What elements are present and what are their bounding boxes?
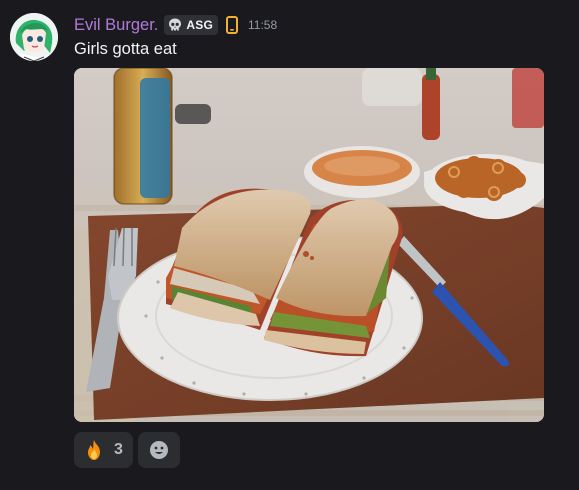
guild-tag-badge[interactable]: ASG: [164, 15, 218, 35]
sandwich-photo: [74, 68, 544, 422]
user-avatar[interactable]: [10, 13, 58, 61]
skull-icon: [167, 17, 183, 33]
mobile-phone-icon: [224, 15, 240, 35]
add-reaction-button[interactable]: [137, 432, 180, 468]
smiley-add-reaction-icon: [148, 439, 170, 461]
anime-character-avatar: [10, 13, 58, 61]
guild-tag-text: ASG: [186, 18, 213, 32]
chat-message: Evil Burger. ASG 11:58 Girls gotta eat 3: [0, 0, 579, 490]
reactions-bar: 3: [74, 432, 180, 468]
message-content: Girls gotta eat: [74, 40, 177, 58]
message-header: Evil Burger. ASG 11:58: [74, 13, 277, 37]
reaction-count: 3: [114, 441, 123, 458]
fire-emoji-icon: [82, 438, 106, 462]
reaction-fire[interactable]: 3: [74, 432, 133, 468]
message-timestamp[interactable]: 11:58: [248, 18, 277, 32]
username[interactable]: Evil Burger.: [74, 16, 158, 35]
image-attachment[interactable]: [74, 68, 544, 422]
